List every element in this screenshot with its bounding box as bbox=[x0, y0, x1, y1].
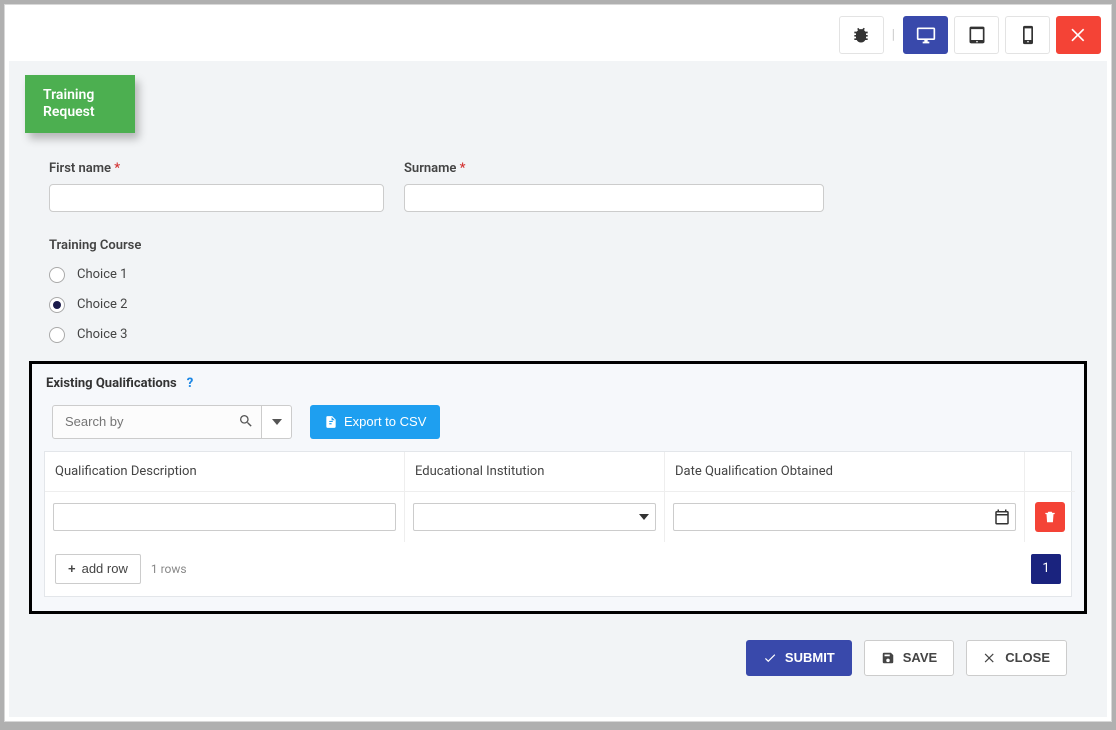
search-icon bbox=[238, 413, 254, 429]
name-fields: First name * Surname * bbox=[9, 161, 1107, 212]
phone-icon bbox=[1018, 25, 1038, 45]
phone-view-button[interactable] bbox=[1005, 16, 1050, 54]
form-title-line-2: Request bbox=[43, 104, 117, 121]
add-row-button[interactable]: + add row bbox=[55, 554, 141, 584]
radio-choice-3[interactable]: Choice 3 bbox=[49, 327, 1067, 343]
radio-choice-2[interactable]: Choice 2 bbox=[49, 297, 1067, 313]
required-asterisk: * bbox=[114, 161, 120, 176]
first-name-field: First name * bbox=[49, 161, 384, 212]
panel-toolbar: Export to CSV bbox=[44, 401, 1072, 451]
trash-icon bbox=[1043, 510, 1057, 524]
cell-institution bbox=[405, 492, 665, 542]
form-actions: SUBMIT SAVE CLOSE bbox=[9, 614, 1107, 686]
cell-date bbox=[665, 492, 1025, 542]
cell-delete bbox=[1025, 492, 1075, 542]
caret-down-icon bbox=[639, 512, 649, 522]
col-header-description: Qualification Description bbox=[45, 452, 405, 492]
panel-title: Existing Qualifications bbox=[46, 376, 177, 391]
surname-input[interactable] bbox=[404, 184, 824, 212]
plus-icon: + bbox=[68, 561, 76, 576]
bug-button[interactable] bbox=[839, 16, 884, 54]
required-asterisk: * bbox=[460, 161, 466, 176]
close-label: CLOSE bbox=[1005, 650, 1050, 665]
preview-toolbar: | bbox=[5, 5, 1111, 57]
search-box bbox=[52, 405, 262, 439]
save-icon bbox=[881, 651, 895, 665]
grid-footer-left: + add row 1 rows bbox=[55, 554, 187, 584]
close-button[interactable]: CLOSE bbox=[966, 640, 1067, 676]
desktop-view-button[interactable] bbox=[903, 16, 948, 54]
radio-label: Choice 3 bbox=[77, 327, 127, 342]
date-picker[interactable] bbox=[673, 503, 1016, 531]
radio-dot-icon bbox=[49, 327, 65, 343]
existing-qualifications-panel: Existing Qualifications ? Export to CSV bbox=[29, 361, 1087, 614]
training-course-label: Training Course bbox=[49, 238, 1067, 253]
add-row-label: add row bbox=[82, 561, 128, 576]
form-canvas[interactable]: Training Request First name * Surname * … bbox=[9, 61, 1107, 717]
tablet-icon bbox=[967, 25, 987, 45]
save-label: SAVE bbox=[903, 650, 937, 665]
institution-select[interactable] bbox=[413, 503, 656, 531]
search-input[interactable] bbox=[52, 405, 262, 439]
radio-dot-icon bbox=[49, 297, 65, 313]
export-csv-label: Export to CSV bbox=[344, 414, 426, 429]
grid-footer: + add row 1 rows 1 bbox=[45, 542, 1071, 596]
search-wrapper bbox=[52, 405, 292, 439]
cell-description bbox=[45, 492, 405, 542]
qualifications-grid: Qualification Description Educational In… bbox=[44, 451, 1072, 597]
surname-label-text: Surname bbox=[404, 161, 456, 176]
submit-label: SUBMIT bbox=[785, 650, 835, 665]
export-csv-button[interactable]: Export to CSV bbox=[310, 405, 440, 439]
search-dropdown-button[interactable] bbox=[262, 405, 292, 439]
calendar-icon bbox=[993, 508, 1011, 526]
surname-field: Surname * bbox=[404, 161, 824, 212]
surname-label: Surname * bbox=[404, 161, 824, 176]
caret-down-icon bbox=[272, 417, 282, 427]
first-name-label-text: First name bbox=[49, 161, 111, 176]
delete-row-button[interactable] bbox=[1035, 502, 1065, 532]
close-icon bbox=[1069, 25, 1089, 45]
close-icon bbox=[983, 651, 997, 665]
save-button[interactable]: SAVE bbox=[864, 640, 954, 676]
panel-title-row: Existing Qualifications ? bbox=[44, 374, 1072, 401]
description-input[interactable] bbox=[53, 503, 396, 531]
help-icon[interactable]: ? bbox=[187, 376, 194, 391]
form-title-line-1: Training bbox=[43, 87, 117, 104]
col-header-actions bbox=[1025, 452, 1075, 492]
col-header-institution: Educational Institution bbox=[405, 452, 665, 492]
separator: | bbox=[890, 27, 897, 43]
submit-button[interactable]: SUBMIT bbox=[746, 640, 852, 676]
page-indicator[interactable]: 1 bbox=[1031, 554, 1061, 584]
radio-label: Choice 1 bbox=[77, 267, 127, 282]
bug-icon bbox=[851, 25, 871, 45]
form-title-badge: Training Request bbox=[25, 75, 135, 133]
col-header-date: Date Qualification Obtained bbox=[665, 452, 1025, 492]
first-name-input[interactable] bbox=[49, 184, 384, 212]
training-course-group: Training Course Choice 1 Choice 2 Choice… bbox=[9, 238, 1107, 343]
close-preview-button[interactable] bbox=[1056, 16, 1101, 54]
row-count: 1 rows bbox=[151, 562, 187, 576]
check-icon bbox=[763, 651, 777, 665]
first-name-label: First name * bbox=[49, 161, 384, 176]
radio-dot-icon bbox=[49, 267, 65, 283]
radio-choice-1[interactable]: Choice 1 bbox=[49, 267, 1067, 283]
tablet-view-button[interactable] bbox=[954, 16, 999, 54]
radio-label: Choice 2 bbox=[77, 297, 127, 312]
grid-header: Qualification Description Educational In… bbox=[45, 452, 1071, 492]
desktop-icon bbox=[916, 25, 936, 45]
window: | Training Request First name * bbox=[4, 4, 1112, 722]
file-export-icon bbox=[324, 415, 338, 429]
table-row bbox=[45, 492, 1071, 542]
